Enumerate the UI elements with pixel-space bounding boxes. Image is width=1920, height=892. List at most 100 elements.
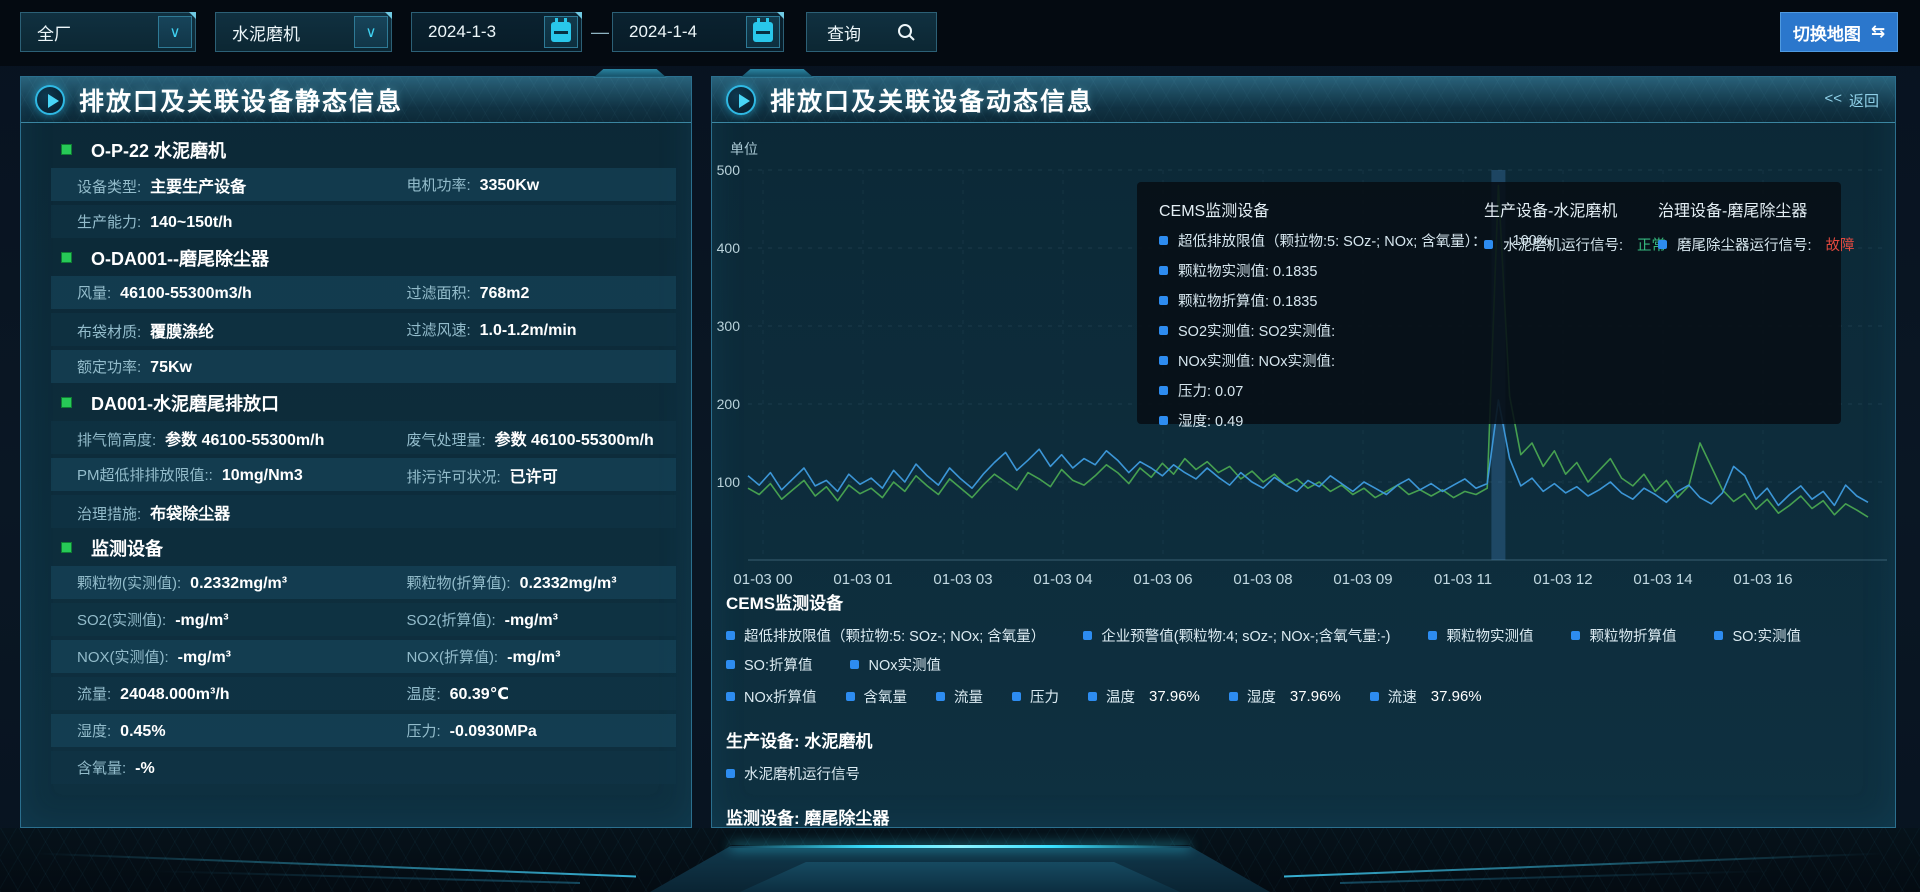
legend-item[interactable]: 含氧量 xyxy=(846,686,908,707)
info-cell: 含氧量:-% xyxy=(77,757,406,778)
legend-item[interactable]: 流量 xyxy=(936,686,983,707)
info-cell: 布袋材质: 覆膜涤纶 xyxy=(77,318,406,342)
info-row: 治理措施:布袋除尘器 xyxy=(51,495,676,528)
info-cell: SO2(折算值): -mg/m³ xyxy=(406,609,558,630)
plant-select-value: 全厂 xyxy=(37,20,71,45)
info-cell: SO2(实测值):-mg/m³ xyxy=(77,609,406,630)
info-row: 布袋材质:覆膜涤纶过滤风速:1.0-1.2m/min xyxy=(51,313,676,346)
query-button-label: 查询 xyxy=(827,20,861,45)
calendar-icon[interactable] xyxy=(544,16,578,48)
query-button[interactable]: 查询 xyxy=(806,12,937,52)
legend-item[interactable]: 温度37.96% xyxy=(1088,686,1200,707)
field-value: 46100-55300m3/h xyxy=(120,285,252,303)
field-label: 风量: xyxy=(77,282,111,303)
legend-row-1: 超低排放限值（颗拉物:5: SOz-; NOx; 含氧量） 企业预警值(颗粒物:4… xyxy=(726,625,1877,675)
section-bullet-icon xyxy=(61,252,72,263)
field-value: 60.39℃ xyxy=(450,684,509,704)
legend-item[interactable]: 水泥磨机运行信号 xyxy=(726,763,860,784)
legend-item[interactable]: 压力 xyxy=(1012,686,1059,707)
plant-select[interactable]: 全厂 ∨ xyxy=(20,12,196,52)
switch-map-button[interactable]: 切换地图 ⇆ xyxy=(1780,12,1898,52)
field-label: SO2(折算值): xyxy=(406,609,495,630)
field-value: 已许可 xyxy=(510,463,558,487)
legend-item[interactable]: SO:实测值 xyxy=(1714,625,1800,646)
legend-item[interactable]: NOx折算值 xyxy=(726,686,817,707)
static-info-header: 排放口及关联设备静态信息 xyxy=(21,77,691,123)
legend-bullet-icon xyxy=(1088,692,1097,701)
info-row: 流量: 24048.000m³/h 温度: 60.39℃ xyxy=(51,677,676,710)
legend-bullet-icon xyxy=(726,631,735,640)
field-label: 温度: xyxy=(406,683,440,704)
legend-item-label: SO:折算值 xyxy=(744,654,812,675)
swap-arrows-icon: ⇆ xyxy=(1871,22,1885,42)
info-cell: 排污许可状况:已许可 xyxy=(406,463,557,487)
field-label: 颗粒物(实测值): xyxy=(77,572,181,593)
section-header: 监测设备 xyxy=(61,532,691,563)
field-value: 0.45% xyxy=(120,723,165,741)
chevron-down-icon[interactable]: ∨ xyxy=(354,16,388,48)
static-info-rows: O-P-22 水泥磨机设备类型:主要生产设备电机功率:3350Kw生产能力:14… xyxy=(21,131,691,788)
legend-bullet-icon xyxy=(1658,240,1667,249)
legend-bullet-icon xyxy=(850,660,859,669)
field-label: 过滤风速: xyxy=(406,319,470,340)
legend-item[interactable]: 湿度37.96% xyxy=(1229,686,1341,707)
device-select-value: 水泥磨机 xyxy=(232,20,300,45)
info-row: 风量:46100-55300m3/h过滤面积:768m2 xyxy=(51,276,676,309)
svg-text:01-03 08: 01-03 08 xyxy=(1233,571,1292,588)
device-select[interactable]: 水泥磨机 ∨ xyxy=(215,12,392,52)
info-row: 设备类型:主要生产设备电机功率:3350Kw xyxy=(51,168,676,201)
field-label: 含氧量: xyxy=(77,757,126,778)
tooltip-treatment-title: 治理设备-磨尾除尘器 xyxy=(1658,197,1855,221)
svg-text:01-03 01: 01-03 01 xyxy=(833,571,892,588)
legend-bullet-icon xyxy=(1714,631,1723,640)
section-header: O-DA001--磨尾除尘器 xyxy=(61,242,691,273)
legend-item-label: 流速 xyxy=(1388,686,1417,707)
field-value: -mg/m³ xyxy=(507,649,560,667)
field-label: SO2(实测值): xyxy=(77,609,166,630)
info-cell: 生产能力:140~150t/h xyxy=(77,211,406,232)
legend-item-label: SO:实测值 xyxy=(1732,625,1800,646)
legend-bullet-icon xyxy=(1159,356,1168,365)
tooltip-production-col: 生产设备-水泥磨机 水泥磨机运行信号: 正常 xyxy=(1484,197,1666,255)
legend-item[interactable]: 超低排放限值（颗拉物:5: SOz-; NOx; 含氧量） xyxy=(726,625,1045,646)
legend-row-2: NOx折算值含氧量流量压力温度37.96%湿度37.96%流速37.96% xyxy=(726,686,1877,707)
end-date-input[interactable]: 2024-1-4 xyxy=(612,12,784,52)
chevron-down-icon[interactable]: ∨ xyxy=(158,16,192,48)
calendar-icon[interactable] xyxy=(746,16,780,48)
field-value: -mg/m³ xyxy=(505,612,558,630)
legend-item-value: 37.96% xyxy=(1290,688,1341,705)
field-label: 压力: xyxy=(406,720,440,741)
field-value: 覆膜涤纶 xyxy=(150,318,214,342)
svg-text:01-03 06: 01-03 06 xyxy=(1133,571,1192,588)
info-cell: 治理措施:布袋除尘器 xyxy=(77,500,406,524)
field-value: 140~150t/h xyxy=(150,214,232,232)
end-date-value: 2024-1-4 xyxy=(629,22,697,42)
field-value: 24048.000m³/h xyxy=(120,686,229,704)
field-value: 主要生产设备 xyxy=(150,173,246,197)
signal-label: 磨尾除尘器运行信号: xyxy=(1677,234,1812,255)
legend-item[interactable]: 流速37.96% xyxy=(1370,686,1482,707)
start-date-input[interactable]: 2024-1-3 xyxy=(411,12,582,52)
legend-item-label: 颗粒物实测值 xyxy=(1446,625,1533,646)
legend-item[interactable]: 颗粒物折算值 xyxy=(1571,625,1676,646)
svg-text:200: 200 xyxy=(717,396,741,412)
legend-bullet-icon xyxy=(1571,631,1580,640)
legend-item[interactable]: 企业预警值(颗粒物:4; sOz-; NOx-;含氧气量:-) xyxy=(1083,625,1390,646)
field-label: 颗粒物(折算值): xyxy=(406,572,510,593)
status-badge: 故障 xyxy=(1826,234,1855,255)
field-value: 10mg/Nm3 xyxy=(222,467,303,485)
field-label: 布袋材质: xyxy=(77,321,141,342)
field-value: 75Kw xyxy=(150,359,192,377)
info-cell: 压力:-0.0930MPa xyxy=(406,720,536,741)
field-label: 额定功率: xyxy=(77,356,141,377)
legend-item-label: 超低排放限值（颗拉物:5: SOz-; NOx; 含氧量） xyxy=(744,625,1045,646)
legend-bullet-icon xyxy=(1159,386,1168,395)
field-value: -mg/m³ xyxy=(178,649,231,667)
legend-item[interactable]: SO:折算值 xyxy=(726,654,812,675)
legend-item[interactable]: NOx实测值 xyxy=(850,654,941,675)
svg-text:01-03 00: 01-03 00 xyxy=(733,571,792,588)
field-value: 0.2332mg/m³ xyxy=(520,575,617,593)
svg-text:01-03 11: 01-03 11 xyxy=(1434,571,1492,588)
field-label: 流量: xyxy=(77,683,111,704)
legend-item[interactable]: 颗粒物实测值 xyxy=(1428,625,1533,646)
